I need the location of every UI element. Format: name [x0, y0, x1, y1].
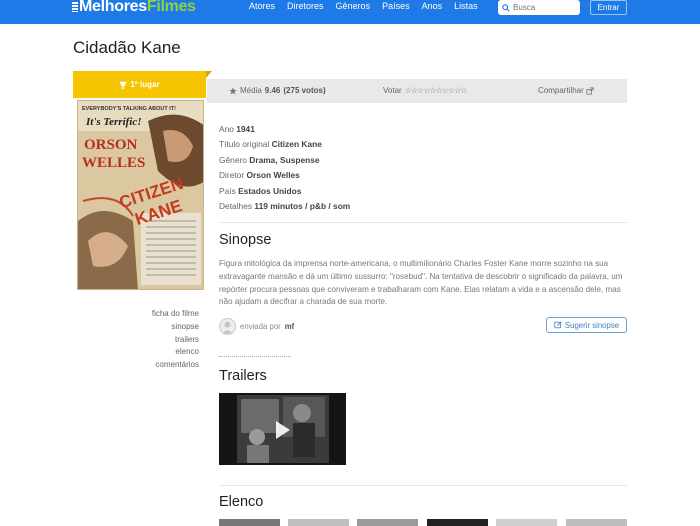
info-row-director: Diretor Orson Welles	[219, 170, 300, 181]
trailer-thumbnail[interactable]	[219, 393, 346, 465]
sidebar-link-trailers[interactable]: trailers	[152, 334, 199, 347]
nav-anos[interactable]: Anos	[422, 1, 443, 11]
sidebar-link-ficha[interactable]: ficha do filme	[152, 308, 199, 321]
logo-text-part2: Filmes	[146, 0, 196, 15]
synopsis-author: enviada por mf	[219, 318, 294, 335]
info-row-country: País Estados Unidos	[219, 185, 302, 196]
pencil-icon	[554, 321, 562, 329]
cast-thumbnail[interactable]	[496, 519, 557, 526]
average-rating: Média 9.46 (275 votos)	[229, 86, 326, 95]
page-title: Cidadão Kane	[73, 38, 181, 57]
info-row-year: Ano 1941	[219, 124, 255, 134]
svg-text:WELLES: WELLES	[82, 155, 145, 171]
cast-thumbnail[interactable]	[288, 519, 349, 526]
stats-bar: Média 9.46 (275 votos) Votar ☆☆☆☆☆☆☆☆☆☆ …	[207, 79, 627, 103]
main-nav: Atores Diretores Gêneros Países Anos Lis…	[249, 1, 490, 11]
cast-thumbnail[interactable]	[357, 519, 418, 526]
synopsis-heading: Sinopse	[219, 232, 272, 248]
poster-tagline: EVERYBODY'S TALKING ABOUT IT!	[82, 106, 176, 112]
cast-heading: Elenco	[219, 494, 264, 510]
avatar	[219, 318, 236, 335]
sent-by-user[interactable]: mf	[285, 322, 295, 331]
synopsis-text: Figura mitológica da imprensa norte-amer…	[219, 259, 623, 307]
star-icon	[229, 86, 237, 94]
nav-listas[interactable]: Listas	[454, 1, 478, 11]
movie-info: Ano 1941 Título original Citizen Kane Gê…	[219, 122, 350, 214]
votes-count: (275 votos)	[283, 86, 326, 95]
nav-generos[interactable]: Gêneros	[336, 1, 371, 11]
share-icon	[586, 86, 594, 95]
logo-mark-icon	[72, 2, 78, 12]
divider	[219, 485, 627, 486]
suggest-synopsis-button[interactable]: Sugerir sinopse	[546, 317, 627, 333]
nav-paises[interactable]: Países	[382, 1, 410, 11]
movie-poster: EVERYBODY'S TALKING ABOUT IT! It's Terri…	[77, 100, 204, 290]
cast-thumbnail[interactable]	[566, 519, 627, 526]
info-row-genre: Gênero Drama, Suspense	[219, 154, 320, 165]
cast-thumbnail[interactable]	[427, 519, 488, 526]
sidebar-link-elenco[interactable]: elenco	[152, 346, 199, 359]
user-icon	[221, 321, 234, 334]
vote-widget[interactable]: Votar ☆☆☆☆☆☆☆☆☆☆	[383, 86, 468, 95]
svg-text:ORSON: ORSON	[84, 137, 138, 153]
suggest-synopsis-label: Sugerir sinopse	[564, 320, 620, 330]
sidebar-link-sinopse[interactable]: sinopse	[152, 321, 199, 334]
share-button[interactable]: Compartilhar	[538, 86, 594, 95]
info-row-details: Detalhes 119 minutos / p&b / som	[219, 201, 351, 212]
ranking-badge[interactable]: 1º lugar	[73, 71, 206, 98]
site-logo[interactable]: Melhores Filmes	[72, 0, 196, 16]
nav-atores[interactable]: Atores	[249, 1, 275, 11]
average-label: Média	[240, 86, 262, 95]
vote-stars[interactable]: ☆☆☆☆☆☆☆☆☆☆	[405, 86, 468, 95]
sidebar-link-comentarios[interactable]: comentários	[152, 359, 199, 372]
top-navbar: Melhores Filmes Atores Diretores Gêneros…	[0, 0, 700, 24]
trailers-heading: Trailers	[219, 368, 267, 384]
search-input[interactable]	[513, 3, 577, 12]
logo-text-part1: Melhores	[79, 0, 147, 15]
info-row-original-title: Título original Citizen Kane	[219, 139, 322, 150]
vote-label: Votar	[383, 86, 402, 95]
poster-quote: It's Terrific!	[85, 116, 142, 128]
sent-by-label: enviada por	[240, 322, 281, 331]
search-box[interactable]	[498, 0, 580, 15]
trophy-icon	[120, 81, 127, 89]
divider	[219, 222, 627, 223]
ranking-ribbon-fold	[206, 71, 212, 78]
ranking-label: 1º lugar	[130, 80, 160, 89]
sidebar-links: ficha do filme sinopse trailers elenco c…	[152, 308, 199, 372]
search-icon	[502, 3, 510, 12]
nav-diretores[interactable]: Diretores	[287, 1, 324, 11]
share-label: Compartilhar	[538, 86, 584, 95]
cast-thumbnail[interactable]	[219, 519, 280, 526]
play-icon[interactable]	[276, 421, 290, 439]
average-value: 9.46	[264, 86, 281, 95]
section-divider	[219, 356, 291, 357]
login-button[interactable]: Entrar	[590, 0, 627, 15]
